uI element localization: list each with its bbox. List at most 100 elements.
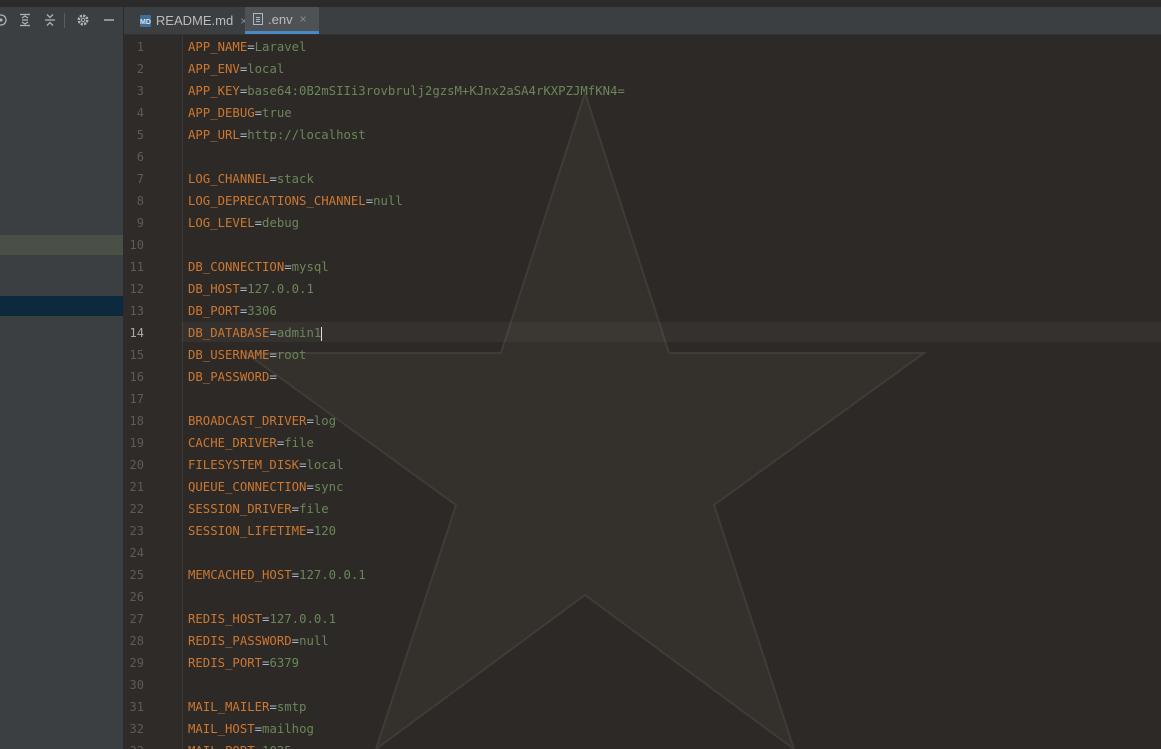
env-key: APP_KEY [188,84,240,98]
env-key: APP_NAME [188,40,248,54]
code-line[interactable]: 4 APP_DEBUG=true [124,102,1161,124]
line-number: 29 [129,656,144,670]
line-number: 22 [129,502,144,516]
code-line[interactable]: 8 LOG_DEPRECATIONS_CHANNEL=null [124,190,1161,212]
line-number: 11 [129,260,144,274]
env-key: BROADCAST_DRIVER [188,414,307,428]
equals-sign: = [284,260,292,274]
code-line[interactable]: 18 BROADCAST_DRIVER=log [124,410,1161,432]
code-text: DB_USERNAME=root [188,344,306,366]
env-value: null [373,194,403,208]
equals-sign: = [306,480,314,494]
env-key: DB_DATABASE [188,326,270,340]
text-file-icon [253,13,263,25]
markdown-file-icon: MD [140,14,151,27]
code-line[interactable]: 13 DB_PORT=3306 [124,300,1161,322]
code-text: DB_PORT=3306 [188,300,277,322]
code-line[interactable]: 11 DB_CONNECTION=mysql [124,256,1161,278]
line-number: 19 [129,436,144,450]
code-line[interactable]: 24 [124,542,1161,564]
code-text: QUEUE_CONNECTION=sync [188,476,344,498]
code-line[interactable]: 20 FILESYSTEM_DISK=local [124,454,1161,476]
code-line[interactable]: 31 MAIL_MAILER=smtp [124,696,1161,718]
line-number: 8 [136,194,144,208]
line-number: 5 [136,128,144,142]
collapse-all-icon[interactable] [41,11,59,29]
tab-readme[interactable]: MD README.md × [132,7,247,34]
code-line[interactable]: 21 QUEUE_CONNECTION=sync [124,476,1161,498]
line-number: 7 [136,172,144,186]
env-value: file [284,436,314,450]
code-line[interactable]: 27 REDIS_HOST=127.0.0.1 [124,608,1161,630]
code-line[interactable]: 30 [124,674,1161,696]
code-line[interactable]: 5 APP_URL=http://localhost [124,124,1161,146]
code-line[interactable]: 22 SESSION_DRIVER=file [124,498,1161,520]
env-key: QUEUE_CONNECTION [188,480,307,494]
env-value: null [299,634,329,648]
code-text: MAIL_PORT=1025 [188,740,292,749]
code-line[interactable]: 7 LOG_CHANNEL=stack [124,168,1161,190]
equals-sign: = [269,172,277,186]
env-value: mailhog [262,722,314,736]
code-editor[interactable]: 1 APP_NAME=Laravel 2 APP_ENV=local 3 APP_KEY=… [124,35,1161,749]
tab-env[interactable]: .env × [245,7,319,34]
tree-row-highlight[interactable] [0,235,123,255]
minimize-icon[interactable] [100,11,118,29]
env-key: MAIL_MAILER [188,700,270,714]
code-line[interactable]: 28 REDIS_PASSWORD=null [124,630,1161,652]
code-line[interactable]: 25 MEMCACHED_HOST=127.0.0.1 [124,564,1161,586]
code-text: DB_CONNECTION=mysql [188,256,329,278]
code-line[interactable]: 15 DB_USERNAME=root [124,344,1161,366]
close-icon[interactable]: × [300,12,307,26]
code-text: REDIS_HOST=127.0.0.1 [188,608,336,630]
expand-all-icon[interactable] [16,11,34,29]
code-line[interactable]: 12 DB_HOST=127.0.0.1 [124,278,1161,300]
env-key: DB_USERNAME [188,348,270,362]
code-line[interactable]: 23 SESSION_LIFETIME=120 [124,520,1161,542]
env-value: 6379 [269,656,300,670]
env-key: REDIS_PASSWORD [188,634,292,648]
locate-icon[interactable] [0,11,10,29]
code-line[interactable]: 9 LOG_LEVEL=debug [124,212,1161,234]
equals-sign: = [291,502,300,516]
code-line[interactable]: 17 [124,388,1161,410]
env-value: 3306 [247,304,277,318]
line-number: 24 [129,546,144,560]
code-text: BROADCAST_DRIVER=log [188,410,336,432]
code-text: SESSION_LIFETIME=120 [188,520,336,542]
code-line[interactable]: 1 APP_NAME=Laravel [124,36,1161,58]
line-number: 26 [129,590,144,604]
equals-sign: = [306,414,314,428]
code-line[interactable]: 33 MAIL_PORT=1025 [124,740,1161,749]
code-line[interactable]: 29 REDIS_PORT=6379 [124,652,1161,674]
code-line[interactable]: 16 DB_PASSWORD= [124,366,1161,388]
code-line[interactable]: 3 APP_KEY=base64:0B2mSIIi3rovbrulj2gzsM+K… [124,80,1161,102]
line-number: 17 [129,392,144,406]
text-cursor [321,326,323,341]
line-number: 4 [136,106,144,120]
code-line[interactable]: 2 APP_ENV=local [124,58,1161,80]
code-line[interactable]: 6 [124,146,1161,168]
env-value: root [276,348,307,362]
code-line[interactable]: 10 [124,234,1161,256]
code-text: REDIS_PASSWORD=null [188,630,329,652]
code-text: MAIL_MAILER=smtp [188,696,306,718]
env-value: true [262,106,292,120]
code-text: CACHE_DRIVER=file [188,432,314,454]
line-number: 9 [136,216,144,230]
code-line[interactable]: 26 [124,586,1161,608]
code-line[interactable]: 19 CACHE_DRIVER=file [124,432,1161,454]
env-value: stack [276,172,314,186]
tree-row-selected[interactable] [0,296,123,316]
env-value: http://localhost [247,128,366,142]
code-text: DB_HOST=127.0.0.1 [188,278,314,300]
gear-icon[interactable] [74,11,92,29]
code-line[interactable]: 32 MAIL_HOST=mailhog [124,718,1161,740]
code-line[interactable]: 14 DB_DATABASE=admin1 [124,322,1161,344]
line-number: 10 [129,238,144,252]
env-key: LOG_CHANNEL [188,172,270,186]
equals-sign: = [269,370,277,384]
env-key: SESSION_LIFETIME [188,524,307,538]
equals-sign: = [247,40,255,54]
env-key: LOG_LEVEL [188,216,255,230]
